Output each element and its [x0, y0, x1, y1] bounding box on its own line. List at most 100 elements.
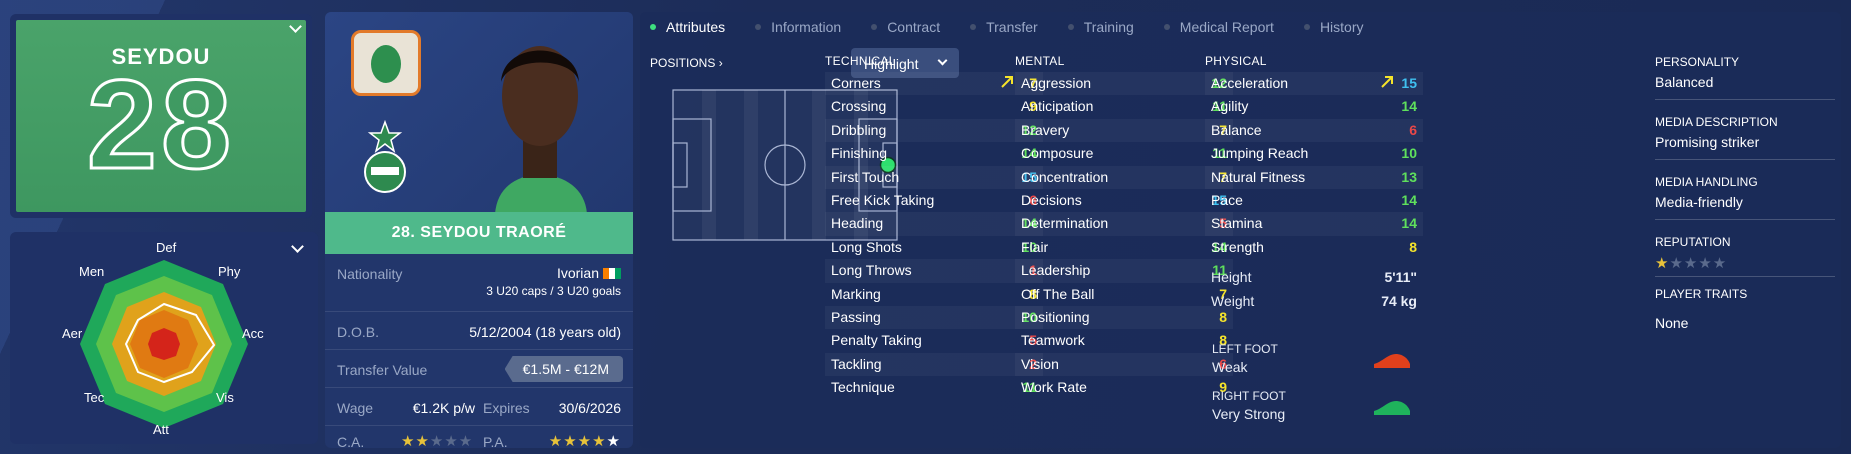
attribute-name: Corners [831, 75, 881, 91]
attribute-name: Pace [1211, 191, 1243, 208]
attribute-row-penalty-taking[interactable]: Penalty Taking 5 [825, 329, 1043, 352]
attribute-value: 14 [1401, 215, 1417, 232]
attribute-row-passing[interactable]: Passing 10 [825, 305, 1043, 330]
radar-label-def: Def [156, 240, 177, 255]
radar-label-att: Att [153, 422, 169, 437]
tab-training[interactable]: Training [1067, 19, 1134, 35]
attribute-row-stamina[interactable]: Stamina 14 [1205, 212, 1423, 236]
weight-label: Weight [1211, 293, 1255, 309]
attribute-row-long-shots[interactable]: Long Shots 10 [825, 236, 1043, 259]
attribute-row-finishing[interactable]: Finishing 14 [825, 142, 1043, 165]
wage-value: €1.2K p/w [412, 400, 475, 416]
national-team-crest-icon[interactable] [351, 30, 421, 96]
trend-arrow-icon [1001, 76, 1013, 88]
positions-link[interactable]: POSITIONS › [650, 56, 723, 70]
attribute-row-natural-fitness[interactable]: Natural Fitness 13 [1205, 165, 1423, 189]
nationality-value[interactable]: Ivorian [557, 265, 621, 281]
attribute-row-heading[interactable]: Heading 14 [825, 212, 1043, 236]
attribute-row-decisions[interactable]: Decisions 15 [1015, 189, 1233, 212]
attribute-row-long-throws[interactable]: Long Throws 1 [825, 259, 1043, 283]
media-handling-block: MEDIA HANDLING Media-friendly [1655, 175, 1835, 220]
attribute-row-free-kick-taking[interactable]: Free Kick Taking 6 [825, 189, 1043, 212]
media-description-block: MEDIA DESCRIPTION Promising striker [1655, 115, 1835, 160]
attribute-row-bravery[interactable]: Bravery 7 [1015, 118, 1233, 143]
attribute-name: Positioning [1021, 308, 1090, 325]
dob-row: D.O.B. 5/12/2004 (18 years old) [325, 312, 633, 350]
tab-history[interactable]: History [1303, 19, 1364, 35]
attribute-name: Teamwork [1021, 332, 1085, 349]
technical-title: TECHNICAL [825, 54, 896, 68]
attribute-name: Aggression [1021, 75, 1092, 91]
tab-dot-icon [970, 24, 977, 30]
reputation-block: REPUTATION ★★★★★ [1655, 235, 1835, 277]
attribute-value: 15 [1401, 75, 1417, 91]
attribute-row-dribbling[interactable]: Dribbling 12 [825, 118, 1043, 143]
attribute-row-pace[interactable]: Pace 14 [1205, 189, 1423, 212]
chevron-right-icon: › [718, 56, 723, 70]
player-traits-label: PLAYER TRAITS [1655, 287, 1748, 301]
pa-label: P.A. [483, 434, 508, 448]
attribute-row-first-touch[interactable]: First Touch 15 [825, 165, 1043, 189]
attribute-row-concentration[interactable]: Concentration 7 [1015, 165, 1233, 189]
tab-information[interactable]: Information [755, 19, 841, 35]
attribute-row-tackling[interactable]: Tackling 2 [825, 352, 1043, 377]
attribute-row-marking[interactable]: Marking 8 [825, 283, 1043, 306]
dob-label: D.O.B. [337, 324, 380, 340]
attribute-row-teamwork[interactable]: Teamwork 8 [1015, 329, 1233, 352]
height-label: Height [1211, 269, 1252, 285]
tab-attributes[interactable]: Attributes [650, 19, 725, 35]
radar-chart [80, 260, 248, 428]
pa-stars: ★★★★★ [548, 433, 621, 448]
attribute-row-agility[interactable]: Agility 14 [1205, 95, 1423, 118]
attribute-value: 10 [1401, 145, 1417, 162]
attribute-row-work-rate[interactable]: Work Rate 9 [1015, 376, 1233, 399]
tab-transfer[interactable]: Transfer [970, 19, 1038, 35]
attribute-name: Concentration [1021, 168, 1109, 185]
ca-stars: ★★★★★ [401, 433, 474, 448]
attribute-row-aggression[interactable]: Aggression 12 [1015, 72, 1233, 96]
attribute-row-strength[interactable]: Strength 8 [1205, 236, 1423, 259]
attribute-row-corners[interactable]: Corners 7 [825, 72, 1043, 96]
attribute-row-vision[interactable]: Vision 6 [1015, 352, 1233, 377]
personality-value: Balanced [1655, 74, 1714, 90]
media-handling-label: MEDIA HANDLING [1655, 175, 1758, 189]
attribute-row-determination[interactable]: Determination 5 [1015, 212, 1233, 236]
attribute-row-acceleration[interactable]: Acceleration 15 [1205, 72, 1423, 96]
dob-value: 5/12/2004 (18 years old) [469, 324, 621, 340]
tab-label: Transfer [986, 19, 1038, 35]
transfer-value-badge[interactable]: €1.5M - €12M [504, 356, 623, 382]
technical-list: Corners 7 Crossing 9 Dribbling 12 Finishing 14 F… [825, 72, 1043, 399]
attribute-value: 13 [1401, 168, 1417, 185]
attribute-row-composure[interactable]: Composure 11 [1015, 142, 1233, 165]
attribute-row-crossing[interactable]: Crossing 9 [825, 95, 1043, 118]
attribute-row-off-the-ball[interactable]: Off The Ball 7 [1015, 283, 1233, 306]
tab-contract[interactable]: Contract [871, 19, 940, 35]
attribute-row-flair[interactable]: Flair 14 [1015, 236, 1233, 259]
attribute-row-balance[interactable]: Balance 6 [1205, 118, 1423, 143]
attribute-row-jumping-reach[interactable]: Jumping Reach 10 [1205, 142, 1423, 165]
attribute-name: Passing [831, 308, 881, 325]
attribute-value: 6 [1409, 121, 1417, 138]
wage-label: Wage [337, 400, 374, 416]
attribute-name: Stamina [1211, 215, 1263, 232]
tab-dot-icon [871, 24, 878, 30]
attribute-row-technique[interactable]: Technique 11 [825, 376, 1043, 399]
reputation-label: REPUTATION [1655, 235, 1731, 249]
caps-value: 3 U20 caps / 3 U20 goals [486, 284, 621, 298]
kit-shirt: SEYDOU 28 [16, 20, 306, 212]
attribute-name: Decisions [1021, 191, 1082, 208]
attribute-row-anticipation[interactable]: Anticipation 11 [1015, 95, 1233, 118]
attribute-row-positioning[interactable]: Positioning 8 [1015, 305, 1233, 330]
physical-list: Acceleration 15 Agility 14 Balance 6 Jumping R… [1205, 72, 1423, 259]
attribute-row-leadership[interactable]: Leadership 11 [1015, 259, 1233, 283]
club-crest-icon[interactable] [357, 120, 413, 194]
attribute-name: Free Kick Taking [831, 191, 935, 208]
radar-label-acc: Acc [242, 326, 264, 341]
tab-dot-icon [755, 24, 762, 30]
radar-label-tec: Tec [84, 390, 105, 405]
tab-medical-report[interactable]: Medical Report [1163, 19, 1274, 35]
nationality-text: Ivorian [556, 265, 599, 281]
height-row: Height 5'11" [1205, 266, 1423, 290]
attribute-name: Finishing [831, 145, 888, 162]
attribute-radar-panel: Def Phy Acc Vis Att Tec Aer Men [10, 232, 318, 444]
